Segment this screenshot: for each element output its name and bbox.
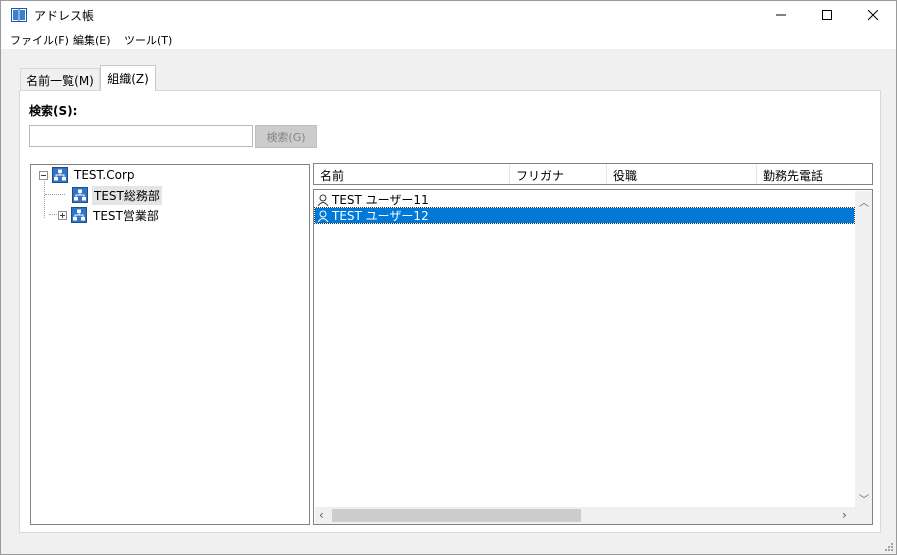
search-input[interactable] bbox=[29, 125, 253, 147]
column-header-furigana[interactable]: フリガナ bbox=[510, 164, 607, 184]
list-item[interactable]: TEST ユーザー12 bbox=[314, 207, 855, 224]
window-title: アドレス帳 bbox=[34, 9, 95, 23]
close-button[interactable] bbox=[850, 1, 896, 29]
search-button[interactable]: 検索(G) bbox=[255, 125, 317, 148]
organization-icon bbox=[52, 167, 68, 183]
scroll-left-icon[interactable]: ‹ bbox=[319, 508, 324, 522]
menu-bar: ファイル(F) 編集(E) ツール(T) bbox=[1, 29, 896, 49]
list-item[interactable]: TEST ユーザー11 bbox=[315, 192, 854, 207]
menu-edit[interactable]: 編集(E) bbox=[73, 32, 111, 48]
list-item-name: TEST ユーザー12 bbox=[332, 209, 429, 223]
tree-connector-line bbox=[44, 179, 45, 218]
address-book-window: アドレス帳 ファイル(F) 編集(E) ツール(T) 名前一覧(M) 検索(S)… bbox=[0, 0, 897, 555]
tree-node-general-affairs[interactable]: TEST総務部 bbox=[72, 185, 162, 205]
column-header-work-phone[interactable]: 勤務先電話 bbox=[757, 164, 872, 184]
list-item-name: TEST ユーザー11 bbox=[332, 193, 429, 207]
menu-file[interactable]: ファイル(F) bbox=[10, 32, 69, 48]
resize-grip-icon[interactable] bbox=[884, 542, 894, 552]
person-icon bbox=[317, 210, 329, 222]
scroll-down-icon[interactable]: ﹀ bbox=[859, 491, 869, 506]
tree-node-label: TEST.Corp bbox=[74, 168, 135, 182]
vertical-scrollbar[interactable]: ︿ ﹀ bbox=[855, 191, 872, 507]
tree-node-label: TEST営業部 bbox=[93, 208, 159, 223]
scroll-right-icon[interactable]: › bbox=[842, 508, 847, 522]
contact-list: TEST ユーザー11 TEST ユーザー12 ︿ ﹀ ‹ › bbox=[313, 189, 873, 525]
minimize-icon bbox=[776, 14, 786, 16]
tree-node-label: TEST総務部 bbox=[92, 185, 162, 205]
person-icon bbox=[317, 194, 329, 206]
scroll-up-icon[interactable]: ︿ bbox=[859, 194, 869, 209]
organization-tab-panel: 検索(S): 検索(G) TEST.Corp TEST総務部 TEST営業部 名… bbox=[19, 90, 881, 533]
horizontal-scroll-thumb[interactable] bbox=[332, 509, 581, 522]
title-bar: アドレス帳 bbox=[1, 1, 896, 29]
organization-tree: TEST.Corp TEST総務部 TEST営業部 bbox=[30, 164, 310, 525]
list-column-header: 名前 フリガナ 役職 勤務先電話 bbox=[313, 163, 873, 185]
address-book-icon bbox=[11, 8, 27, 22]
menu-tools[interactable]: ツール(T) bbox=[124, 32, 172, 48]
tree-connector-line bbox=[45, 194, 65, 195]
minimize-button[interactable] bbox=[758, 1, 804, 29]
search-label: 検索(S): bbox=[29, 104, 78, 118]
collapse-toggle[interactable] bbox=[39, 170, 48, 180]
column-header-title[interactable]: 役職 bbox=[607, 164, 757, 184]
organization-icon bbox=[71, 207, 87, 223]
tab-name-list[interactable]: 名前一覧(M) bbox=[20, 68, 100, 90]
organization-icon bbox=[72, 187, 88, 203]
column-header-name[interactable]: 名前 bbox=[314, 164, 510, 184]
maximize-button[interactable] bbox=[804, 1, 850, 29]
expand-toggle[interactable] bbox=[58, 210, 67, 220]
scrollbar-corner bbox=[855, 507, 872, 524]
close-icon bbox=[868, 10, 878, 20]
horizontal-scrollbar[interactable]: ‹ › bbox=[315, 507, 855, 524]
tree-node-test-corp[interactable]: TEST.Corp bbox=[39, 166, 137, 184]
maximize-icon bbox=[822, 10, 832, 20]
tab-organization[interactable]: 組織(Z) bbox=[100, 65, 156, 91]
tree-node-sales[interactable]: TEST営業部 bbox=[58, 206, 161, 224]
